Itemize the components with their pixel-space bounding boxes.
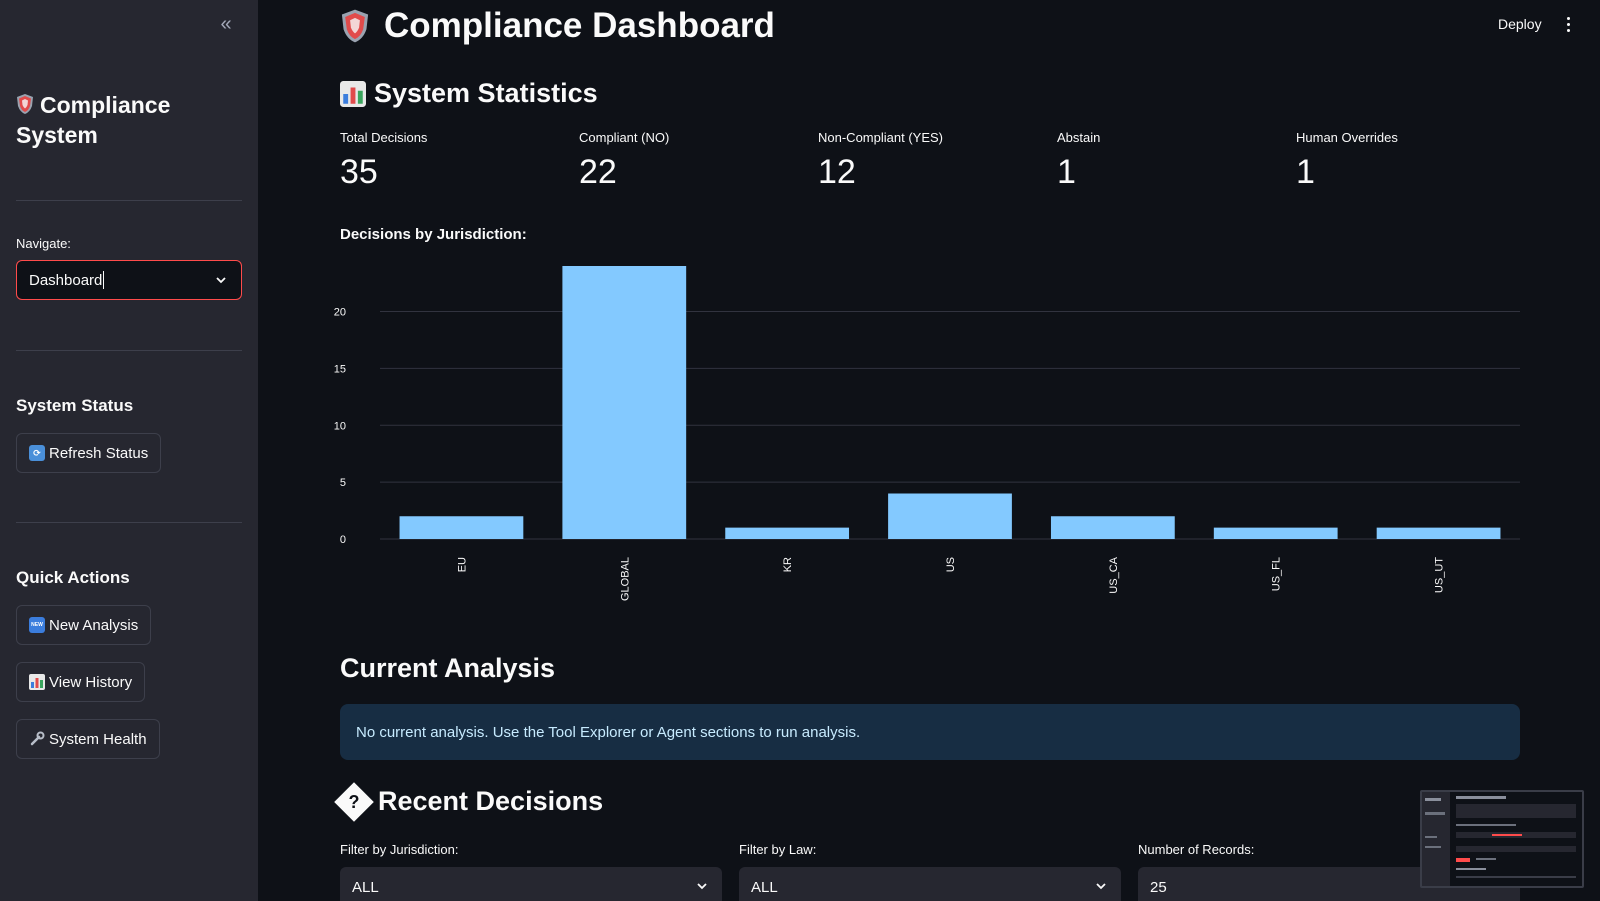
metric-abstain: Abstain 1 <box>1057 130 1277 192</box>
bar-eu <box>399 516 524 539</box>
page-title-text: Compliance Dashboard <box>384 6 775 45</box>
recent-decisions-heading-text: Recent Decisions <box>378 786 604 816</box>
x-tick-label: US_UT <box>1434 557 1446 593</box>
app-root: « Compliance System Navigate: Dashboard … <box>0 0 1600 901</box>
x-tick-label: EU <box>456 557 468 572</box>
metric-label: Human Overrides <box>1296 130 1398 145</box>
filter-jurisdiction-value: ALL <box>352 878 379 896</box>
system-health-label: System Health <box>49 730 147 748</box>
stats-heading: System Statistics <box>340 78 598 109</box>
system-health-button[interactable]: System Health <box>16 719 160 759</box>
collapse-sidebar-icon[interactable]: « <box>214 12 238 36</box>
y-tick-label: 5 <box>340 477 346 489</box>
filter-law-label: Filter by Law: <box>739 842 817 857</box>
recent-decisions-heading: ? Recent Decisions <box>334 781 604 822</box>
jurisdiction-bar-chart: 0 5 10 15 20 EU GLOBAL KR US US_CA US_FL US_UT <box>334 266 1520 601</box>
metric-value: 1 <box>1296 153 1315 191</box>
y-tick-label: 0 <box>340 534 346 546</box>
chevron-down-icon <box>1096 883 1106 890</box>
y-tick-label: 10 <box>334 420 346 432</box>
shield-icon <box>17 94 33 114</box>
bar-chart-icon <box>29 674 45 690</box>
filter-law-select[interactable]: ALL <box>739 867 1121 901</box>
x-tick-label: GLOBAL <box>619 557 631 601</box>
bar-kr <box>725 527 850 539</box>
refresh-icon: ⟳ <box>29 445 45 461</box>
metric-value: 12 <box>818 153 856 191</box>
y-tick-label: 15 <box>334 363 346 375</box>
chart-label: Decisions by Jurisdiction: <box>340 226 527 243</box>
quick-actions-heading: Quick Actions <box>16 568 130 587</box>
unknown-glyph-icon: ? <box>334 781 374 822</box>
chevron-down-icon <box>697 883 707 890</box>
bar-us-fl <box>1213 527 1338 539</box>
metric-human-overrides: Human Overrides 1 <box>1296 130 1516 192</box>
refresh-status-button[interactable]: ⟳ Refresh Status <box>16 433 162 473</box>
x-tick-label: KR <box>782 557 794 572</box>
current-analysis-heading: Current Analysis <box>340 653 556 683</box>
filter-jurisdiction-label: Filter by Jurisdiction: <box>340 842 459 857</box>
info-message-text: No current analysis. Use the Tool Explor… <box>356 723 861 741</box>
page-title: Compliance Dashboard <box>340 6 775 46</box>
sidebar-divider <box>16 522 242 523</box>
stats-heading-text: System Statistics <box>374 78 598 108</box>
x-tick-label: US_FL <box>1271 557 1283 591</box>
navigate-select[interactable]: Dashboard <box>16 260 242 300</box>
bar-chart-icon <box>340 80 366 107</box>
record-count-value: 25 <box>1150 878 1167 896</box>
metric-label: Non-Compliant (YES) <box>818 130 943 145</box>
chevron-down-icon <box>216 277 226 284</box>
sidebar-divider <box>16 200 242 201</box>
thumbnail-preview <box>1422 792 1582 886</box>
metric-label: Compliant (NO) <box>579 130 670 145</box>
new-analysis-label: New Analysis <box>49 616 139 634</box>
metric-compliant: Compliant (NO) 22 <box>579 130 799 192</box>
refresh-status-label: Refresh Status <box>49 444 149 462</box>
screenshot-thumbnail[interactable] <box>1420 790 1584 888</box>
wrench-icon <box>30 731 45 746</box>
y-tick-label: 20 <box>334 307 346 319</box>
shield-icon <box>341 9 369 43</box>
view-history-button[interactable]: View History <box>16 662 146 702</box>
sidebar: « Compliance System Navigate: Dashboard … <box>0 0 258 901</box>
text-cursor <box>103 271 105 289</box>
info-message-box: No current analysis. Use the Tool Explor… <box>340 704 1520 760</box>
metric-label: Abstain <box>1057 130 1101 145</box>
metric-value: 35 <box>340 153 378 191</box>
deploy-button[interactable]: Deploy <box>1498 16 1542 32</box>
bar-us <box>888 493 1012 539</box>
view-history-label: View History <box>49 673 133 691</box>
bar-us-ut <box>1376 527 1501 539</box>
metric-label: Total Decisions <box>340 130 428 145</box>
metric-value: 1 <box>1057 153 1076 191</box>
navigate-select-value: Dashboard <box>29 271 103 289</box>
metric-non-compliant: Non-Compliant (YES) 12 <box>818 130 1038 192</box>
kebab-menu-icon[interactable] <box>1560 12 1576 36</box>
new-icon: NEW <box>29 617 45 633</box>
sidebar-title: Compliance System <box>16 90 236 150</box>
sidebar-title-text: Compliance System <box>16 92 171 148</box>
x-tick-label: US <box>945 557 957 572</box>
bar-us-ca <box>1050 516 1175 539</box>
navigate-label: Navigate: <box>16 236 71 251</box>
metric-value: 22 <box>579 153 617 191</box>
filter-law-value: ALL <box>751 878 778 896</box>
sidebar-divider <box>16 350 242 351</box>
filter-jurisdiction-select[interactable]: ALL <box>340 867 722 901</box>
record-count-label: Number of Records: <box>1138 842 1255 857</box>
bar-global <box>562 266 687 539</box>
x-tick-label: US_CA <box>1108 556 1120 593</box>
metric-total-decisions: Total Decisions 35 <box>340 130 560 192</box>
new-analysis-button[interactable]: NEW New Analysis <box>16 605 152 645</box>
system-status-heading: System Status <box>16 396 134 415</box>
